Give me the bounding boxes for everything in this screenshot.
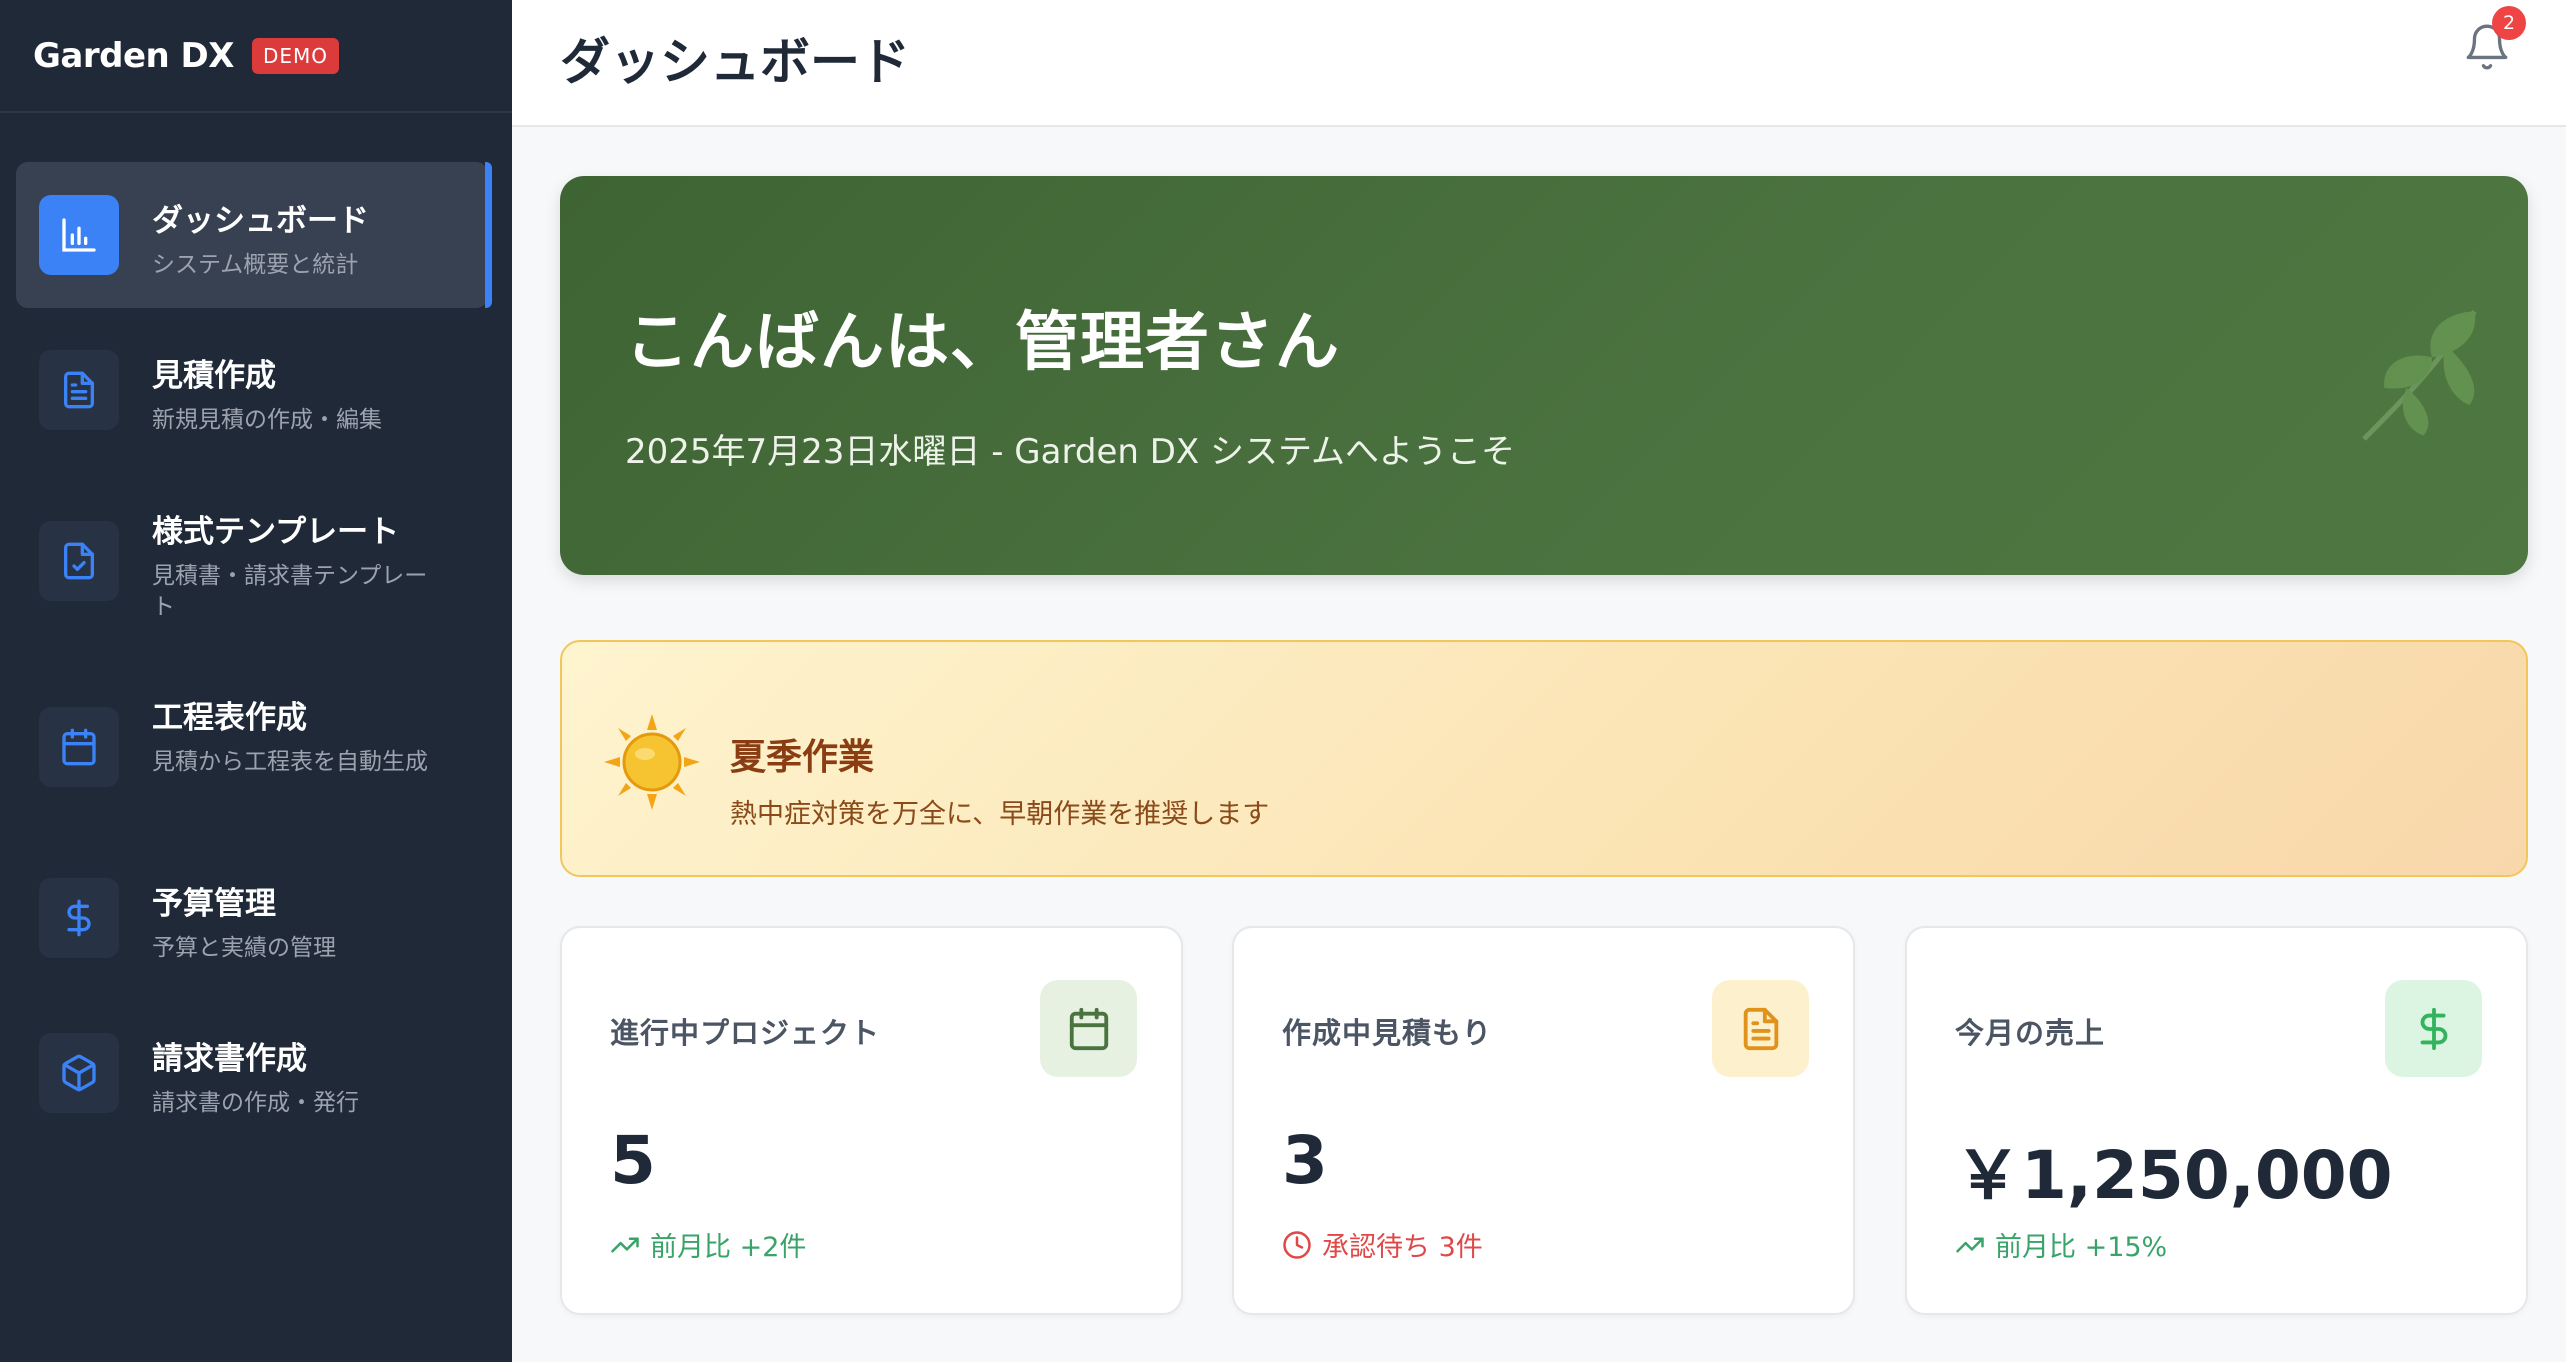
season-banner: 夏季作業 熱中症対策を万全に、早朝作業を推奨します xyxy=(560,640,2528,877)
trending-up-icon xyxy=(1956,1237,1984,1252)
dollar-icon xyxy=(39,878,119,958)
stat-footer-text: 前月比 +15% xyxy=(1995,1232,2168,1263)
bar-chart-icon xyxy=(39,195,119,275)
stat-value: 3 xyxy=(1282,1122,1328,1199)
welcome-banner: こんばんは、管理者さん 2025年7月23日水曜日 - Garden DX シス… xyxy=(560,176,2528,575)
sidebar-item-label: ダッシュボード xyxy=(152,203,369,239)
sidebar-item-label: 見積作成 xyxy=(152,358,276,394)
sidebar-item-label: 請求書作成 xyxy=(152,1041,307,1077)
demo-badge: DEMO xyxy=(252,37,340,74)
sidebar-item-schedule-text: 工程表作成 見積から工程表を自動生成 xyxy=(152,692,432,778)
document-icon xyxy=(39,350,119,430)
sidebar-item-label: 様式テンプレート xyxy=(152,514,400,550)
sidebar-item-label: 工程表作成 xyxy=(152,700,307,736)
stat-footer-text: 前月比 +2件 xyxy=(650,1232,807,1263)
sidebar-item-dashboard-text: ダッシュボード システム概要と統計 xyxy=(152,195,432,281)
stat-footer: 前月比 +2件 xyxy=(610,1225,806,1264)
stat-label: 進行中プロジェクト xyxy=(610,1016,881,1050)
sidebar-item-sub: 新規見積の作成・編集 xyxy=(152,407,382,433)
stat-card-sales[interactable]: 今月の売上 ￥1,250,000 前月比 +15% xyxy=(1905,926,2528,1315)
stat-label: 今月の売上 xyxy=(1955,1016,2106,1050)
document-icon xyxy=(1712,980,1809,1077)
dollar-icon xyxy=(2385,980,2482,1077)
sidebar-item-budget-text: 予算管理 予算と実績の管理 xyxy=(152,878,432,964)
notification-badge: 2 xyxy=(2492,6,2526,40)
page-title: ダッシュボード xyxy=(560,33,910,91)
sidebar-item-sub: 見積から工程表を自動生成 xyxy=(152,749,428,775)
sidebar-item-sub: 請求書の作成・発行 xyxy=(152,1090,359,1116)
box-icon xyxy=(39,1033,119,1113)
document-check-icon xyxy=(39,521,119,601)
sidebar-item-invoice-text: 請求書作成 請求書の作成・発行 xyxy=(152,1033,432,1119)
stat-label: 作成中見積もり xyxy=(1282,1016,1493,1050)
season-title: 夏季作業 xyxy=(730,737,875,778)
sidebar-item-sub: システム概要と統計 xyxy=(152,252,359,278)
top-header: ダッシュボード 2 xyxy=(512,0,2566,127)
clock-icon xyxy=(1283,1230,1311,1259)
welcome-title: こんばんは、管理者さん xyxy=(625,306,1340,380)
sidebar-item-sub: 見積書・請求書テンプレート xyxy=(152,563,428,620)
sidebar: Garden DX DEMO ダッシュボード システム概要と統計 見積作成 新規… xyxy=(0,0,512,1362)
stat-footer: 承認待ち 3件 xyxy=(1282,1225,1483,1264)
welcome-subtitle: 2025年7月23日水曜日 - Garden DX システムへようこそ xyxy=(625,432,1515,472)
leaf-icon xyxy=(2362,310,2477,441)
brand: Garden DX DEMO xyxy=(0,0,512,113)
sidebar-item-estimate-text: 見積作成 新規見積の作成・編集 xyxy=(152,350,432,436)
calendar-icon xyxy=(1040,980,1137,1077)
trending-up-icon xyxy=(611,1237,639,1252)
season-description: 熱中症対策を万全に、早朝作業を推奨します xyxy=(730,799,1270,830)
stat-value: 5 xyxy=(610,1122,656,1199)
calendar-icon xyxy=(39,707,119,787)
stat-footer-text: 承認待ち 3件 xyxy=(1322,1232,1483,1263)
sidebar-item-templates-text: 様式テンプレート 見積書・請求書テンプレート xyxy=(152,506,432,623)
active-indicator xyxy=(485,162,492,308)
stat-value: ￥1,250,000 xyxy=(1955,1137,2393,1214)
stat-card-estimates[interactable]: 作成中見積もり 3 承認待ち 3件 xyxy=(1232,926,1855,1315)
sun-icon xyxy=(604,714,700,810)
brand-name[interactable]: Garden DX xyxy=(33,36,235,76)
stat-card-projects[interactable]: 進行中プロジェクト 5 前月比 +2件 xyxy=(560,926,1183,1315)
stat-footer: 前月比 +15% xyxy=(1955,1225,2167,1264)
sidebar-item-sub: 予算と実績の管理 xyxy=(152,935,336,961)
sidebar-item-label: 予算管理 xyxy=(152,886,276,922)
